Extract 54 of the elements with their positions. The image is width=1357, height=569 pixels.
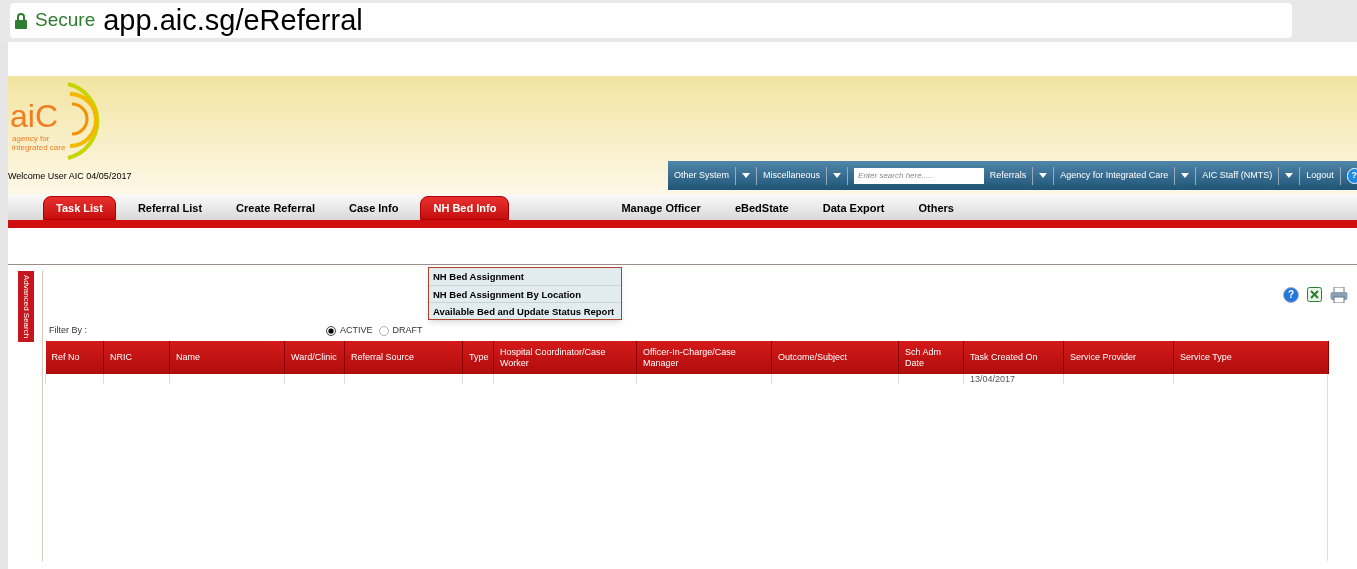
- search-field[interactable]: Enter search here.....: [854, 167, 984, 184]
- dropdown-item[interactable]: Available Bed and Update Status Report: [429, 302, 621, 319]
- advanced-search-tab[interactable]: Advanced Search: [18, 271, 34, 342]
- radio-button[interactable]: [326, 326, 336, 336]
- column-header[interactable]: Name: [169, 341, 285, 374]
- nav-tab[interactable]: Manage Officer: [609, 196, 713, 220]
- filter-radio[interactable]: DRAFT: [378, 324, 423, 338]
- nav-tab[interactable]: Case Info: [336, 196, 411, 220]
- nav-tab[interactable]: Task List: [43, 196, 116, 220]
- column-header[interactable]: Sch Adm Date: [898, 341, 964, 374]
- caret-icon: [833, 173, 842, 178]
- caret-icon: [1181, 173, 1190, 178]
- toolbar-menu[interactable]: Agency for Integrated Care: [1060, 168, 1169, 183]
- nav-tab[interactable]: Others: [906, 196, 966, 220]
- radio-button[interactable]: [378, 326, 389, 336]
- filter-radio[interactable]: ACTIVE: [326, 324, 373, 338]
- dropdown-item[interactable]: NH Bed Assignment: [429, 268, 621, 285]
- column-header[interactable]: Type: [462, 341, 494, 374]
- address-bar[interactable]: Secure app.aic.sg/eReferral: [10, 3, 1292, 38]
- nav-tab[interactable]: Data Export: [810, 196, 897, 220]
- toolbar-menu[interactable]: Other System: [674, 168, 729, 183]
- url-text: app.aic.sg/eReferral: [103, 2, 363, 38]
- nav-tab[interactable]: eBedState: [722, 196, 801, 220]
- caret-icon: [742, 173, 750, 178]
- help-icon[interactable]: ?: [1283, 287, 1299, 303]
- nav-tab[interactable]: NH Bed Info: [420, 196, 510, 220]
- column-header[interactable]: Hospital Coordinator/Case Worker: [493, 341, 637, 374]
- toolbar-menu[interactable]: Referrals: [989, 168, 1027, 183]
- toolbar-menu[interactable]: AIC Staff (NMTS): [1202, 168, 1273, 183]
- nav-tab[interactable]: Referral List: [125, 196, 215, 220]
- caret-icon: [1039, 173, 1048, 178]
- column-header[interactable]: Outcome/Subject: [771, 341, 899, 374]
- spreadsheet-icon[interactable]: [1307, 287, 1322, 302]
- column-header[interactable]: Ward/Clinic: [284, 341, 345, 374]
- table-cell: 13/04/2017: [970, 374, 1016, 384]
- logout-link[interactable]: Logout: [1306, 168, 1334, 183]
- print-icon[interactable]: [1330, 287, 1348, 303]
- column-header[interactable]: Service Type: [1173, 341, 1329, 374]
- toolbar-menu[interactable]: Miscellaneous: [763, 168, 821, 183]
- lock-icon: [15, 12, 27, 29]
- column-header[interactable]: Service Provider: [1063, 341, 1174, 374]
- column-header[interactable]: NRIC: [103, 341, 170, 374]
- dropdown-item[interactable]: NH Bed Assignment By Location: [429, 285, 621, 302]
- column-header[interactable]: Officer-In-Charge/Case Manager: [636, 341, 772, 374]
- logo-drawing: aiC agency for integrated care: [8, 78, 108, 160]
- help-icon[interactable]: ?: [1346, 167, 1357, 184]
- column-header[interactable]: Referral Source: [344, 341, 463, 374]
- secure-label: Secure: [35, 8, 96, 33]
- column-header[interactable]: Task Created On: [963, 341, 1064, 374]
- column-header[interactable]: Ref No: [45, 341, 104, 374]
- filter-label: Filter By :: [49, 324, 88, 338]
- caret-icon: [1285, 173, 1294, 178]
- welcome-text: Welcome User AIC 04/05/2017: [8, 170, 132, 183]
- nav-tab[interactable]: Create Referral: [224, 196, 327, 220]
